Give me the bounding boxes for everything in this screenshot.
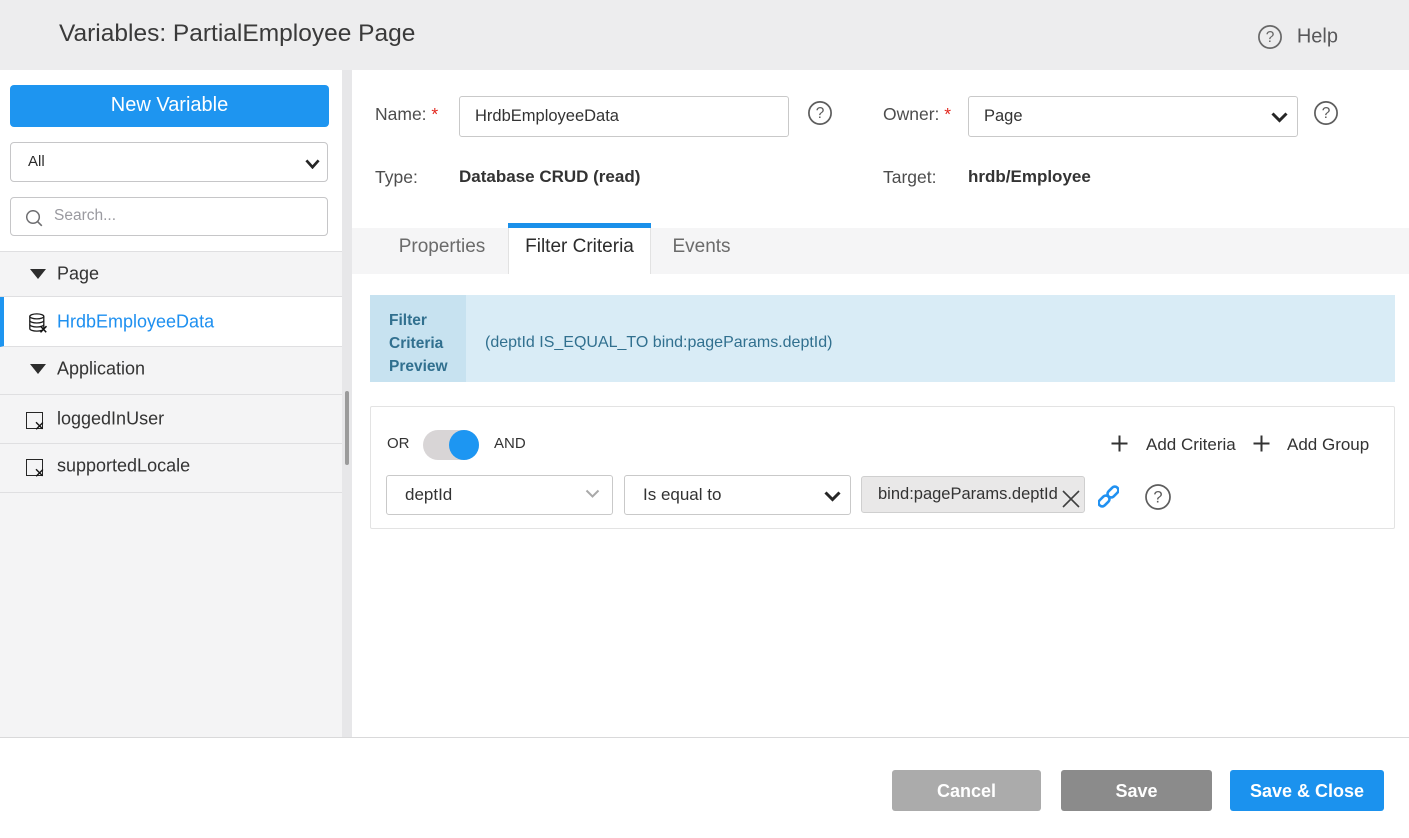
- svg-text:?: ?: [1322, 105, 1331, 122]
- svg-text:?: ?: [816, 105, 825, 122]
- svg-text:?: ?: [1153, 489, 1162, 507]
- svg-text:?: ?: [1266, 29, 1275, 46]
